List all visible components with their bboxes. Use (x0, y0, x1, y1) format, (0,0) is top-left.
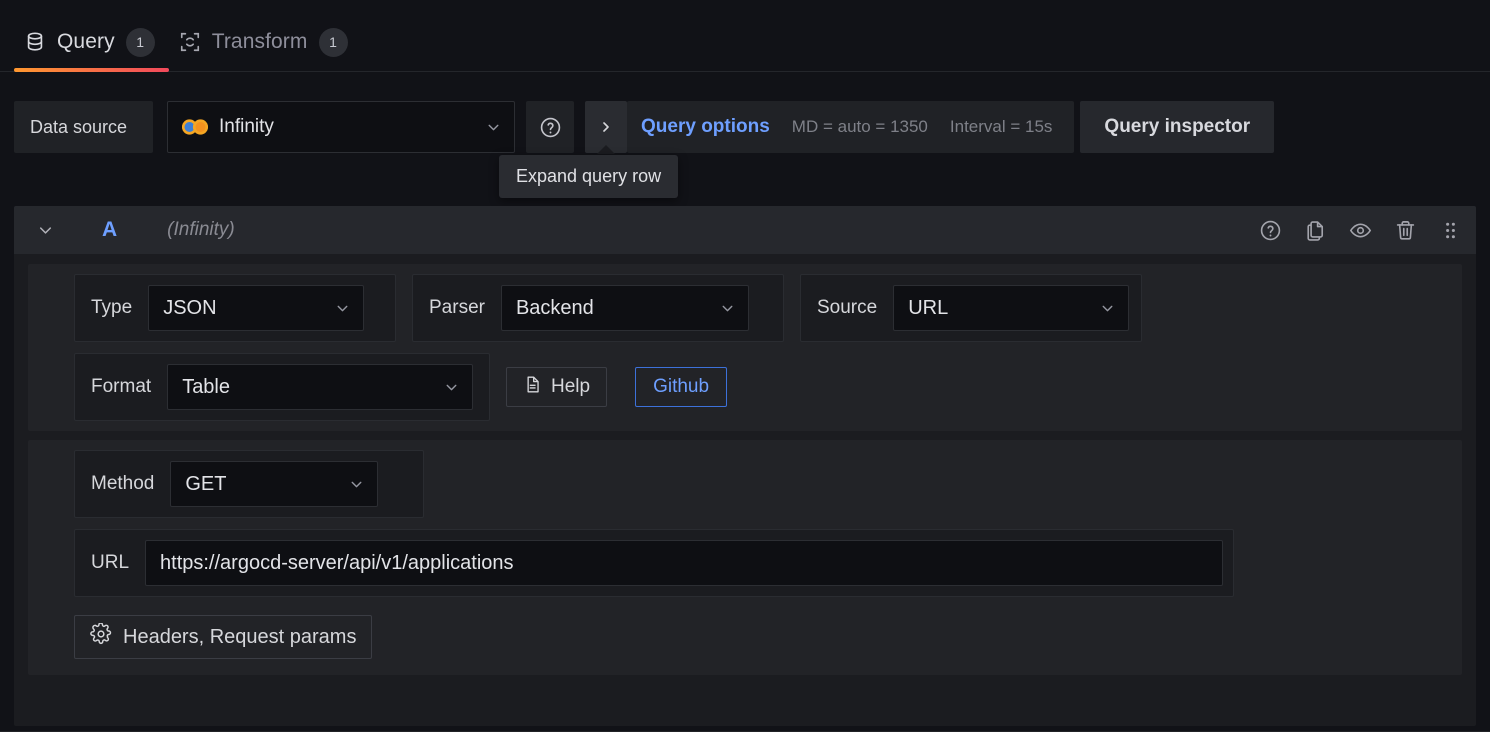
url-row: URL https://argocd-server/api/v1/applica… (74, 529, 1452, 597)
parser-select[interactable]: Backend (500, 285, 749, 331)
type-select[interactable]: JSON (148, 285, 365, 331)
query-editor-card: A (Infinity) Type JSON Parser Backend So… (14, 206, 1476, 726)
chevron-down-icon (443, 379, 460, 396)
format-label: Format (91, 376, 152, 397)
database-icon (24, 31, 46, 53)
source-select[interactable]: URL (893, 285, 1130, 331)
parser-value: Backend (515, 296, 594, 319)
tab-transform[interactable]: Transform 1 (169, 13, 362, 71)
document-icon (523, 375, 542, 400)
chevron-down-icon (485, 119, 502, 136)
url-value: https://argocd-server/api/v1/application… (160, 551, 514, 574)
method-select[interactable]: GET (170, 461, 379, 507)
query-row-actions (1259, 219, 1462, 242)
chevron-right-icon (603, 122, 609, 132)
format-row: Format Table Help Github (74, 353, 1452, 421)
query-toolbar: Data source Infinity Query options MD = … (14, 101, 1275, 154)
tab-query[interactable]: Query 1 (14, 13, 169, 72)
drag-handle-icon[interactable] (1439, 219, 1462, 242)
duplicate-icon[interactable] (1304, 219, 1327, 242)
query-config-panel: Type JSON Parser Backend Source URL Form… (28, 264, 1462, 431)
url-label: URL (91, 552, 130, 573)
chevron-down-icon (1099, 300, 1116, 317)
data-source-picker[interactable]: Infinity (167, 101, 515, 153)
parser-label: Parser (429, 297, 485, 318)
url-input[interactable]: https://argocd-server/api/v1/application… (145, 540, 1223, 586)
tooltip-arrow (597, 145, 615, 154)
type-value: JSON (163, 296, 217, 319)
query-datasource-name: (Infinity) (167, 219, 235, 240)
data-source-value: Infinity (219, 116, 274, 137)
query-options-toggle[interactable]: Query options (641, 116, 770, 138)
tab-query-label: Query (57, 30, 115, 53)
help-button[interactable]: Help (506, 367, 608, 407)
query-inspector-button[interactable]: Query inspector (1080, 101, 1275, 153)
format-value: Table (182, 375, 230, 398)
infinity-icon (181, 119, 209, 135)
source-field: Source URL (800, 274, 1142, 342)
type-field: Type JSON (74, 274, 396, 342)
datasource-help-button[interactable] (526, 101, 574, 153)
chevron-down-icon (348, 476, 365, 493)
expand-query-row-button[interactable] (585, 101, 627, 154)
source-value: URL (908, 296, 949, 319)
expand-query-row-tooltip: Expand query row (499, 155, 679, 198)
editor-tabbar: Query 1 Transform 1 (0, 0, 1490, 72)
tab-transform-label: Transform (211, 30, 308, 53)
collapse-query-icon[interactable] (36, 221, 55, 240)
source-label: Source (817, 297, 878, 318)
help-button-label: Help (551, 376, 591, 397)
url-field: URL https://argocd-server/api/v1/applica… (74, 529, 1234, 597)
eye-icon[interactable] (1349, 219, 1372, 242)
tab-transform-badge: 1 (318, 27, 348, 57)
chevron-down-icon (334, 300, 351, 317)
tab-query-badge: 1 (125, 27, 155, 57)
github-button[interactable]: Github (635, 367, 728, 407)
query-ref-id[interactable]: A (102, 218, 117, 242)
data-source-label: Data source (14, 101, 153, 153)
query-editor-page: Query 1 Transform 1 Data source Infinity… (0, 0, 1490, 732)
tab-active-indicator (14, 68, 169, 72)
interval-text: Interval = 15s (949, 117, 1053, 136)
type-parser-source-row: Type JSON Parser Backend Source URL (74, 274, 1452, 342)
gear-icon (90, 622, 112, 651)
query-options-strip: Query options MD = auto = 1350 Interval … (627, 101, 1075, 153)
chevron-down-icon (719, 300, 736, 317)
request-panel: Method GET URL https://argocd-server/api… (28, 440, 1462, 675)
method-label: Method (91, 473, 155, 494)
method-field: Method GET (74, 450, 424, 518)
method-row: Method GET (74, 450, 1452, 518)
github-button-label: Github (653, 376, 710, 397)
transform-icon (179, 31, 201, 53)
trash-icon[interactable] (1394, 219, 1417, 242)
parser-field: Parser Backend (412, 274, 784, 342)
method-value: GET (185, 472, 227, 495)
max-data-points-text: MD = auto = 1350 (791, 117, 928, 136)
headers-button-label: Headers, Request params (123, 625, 357, 648)
headers-request-params-button[interactable]: Headers, Request params (74, 615, 373, 659)
help-icon[interactable] (1259, 219, 1282, 242)
question-circle-icon (540, 117, 560, 137)
format-field: Format Table (74, 353, 490, 421)
query-row-header: A (Infinity) (14, 206, 1476, 254)
format-select[interactable]: Table (167, 364, 474, 410)
type-label: Type (91, 297, 133, 318)
